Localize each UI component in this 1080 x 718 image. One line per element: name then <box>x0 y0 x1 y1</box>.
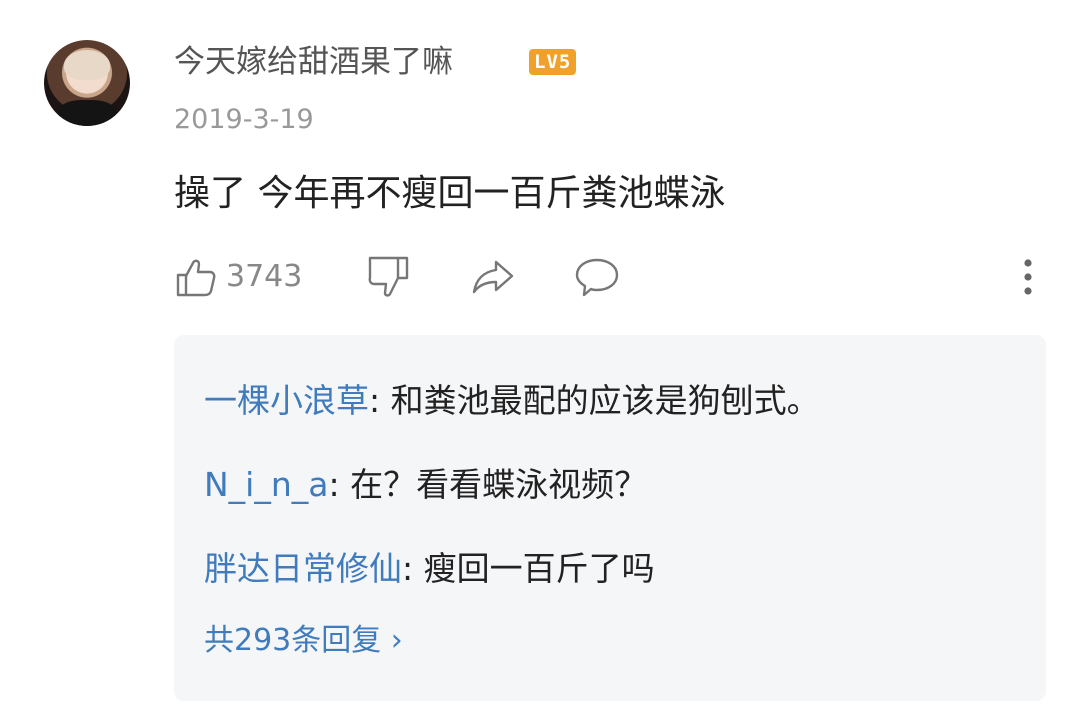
reply-button[interactable] <box>574 253 620 301</box>
replies-panel[interactable]: 一棵小浪草: 和粪池最配的应该是狗刨式。 N_i_n_a: 在？看看蝶泳视频？ … <box>174 335 1046 701</box>
reply-username[interactable]: 一棵小浪草 <box>204 381 369 420</box>
speech-bubble-icon <box>575 258 619 297</box>
level-badge: LV5 <box>529 49 577 75</box>
vertical-dots-icon <box>1024 259 1032 295</box>
reply-text: 在？看看蝶泳视频？ <box>350 465 648 504</box>
like-button[interactable]: 3743 <box>174 253 302 301</box>
share-arrow-icon <box>472 260 514 294</box>
dislike-button[interactable] <box>366 253 412 301</box>
thumbs-up-icon <box>176 259 216 297</box>
thumbs-down-icon <box>368 256 409 297</box>
reply-text: 和粪池最配的应该是狗刨式。 <box>390 381 820 420</box>
reply-separator: : <box>328 465 351 504</box>
more-options-button[interactable] <box>1018 253 1038 301</box>
like-count: 3743 <box>226 259 303 294</box>
reply-separator: : <box>402 549 424 588</box>
comment-username[interactable]: 今天嫁给甜酒果了嘛 <box>174 42 453 82</box>
comment-date: 2019-3-19 <box>174 104 314 135</box>
comment-text: 操了 今年再不瘦回一百斤粪池蝶泳 <box>174 173 726 214</box>
reply-text: 瘦回一百斤了吗 <box>423 549 655 588</box>
comment-actions: 3743 <box>174 253 1044 301</box>
view-all-replies-link[interactable]: 共293条回复 › <box>204 621 403 661</box>
reply-username[interactable]: N_i_n_a <box>204 465 329 504</box>
reply-username[interactable]: 胖达日常修仙 <box>204 549 402 588</box>
reply-item[interactable]: 胖达日常修仙: 瘦回一百斤了吗 <box>204 547 655 591</box>
reply-item[interactable]: 一棵小浪草: 和粪池最配的应该是狗刨式。 <box>204 379 820 423</box>
reply-separator: : <box>369 381 391 420</box>
share-button[interactable] <box>470 253 516 301</box>
avatar[interactable] <box>44 40 130 126</box>
reply-item[interactable]: N_i_n_a: 在？看看蝶泳视频？ <box>204 463 647 507</box>
